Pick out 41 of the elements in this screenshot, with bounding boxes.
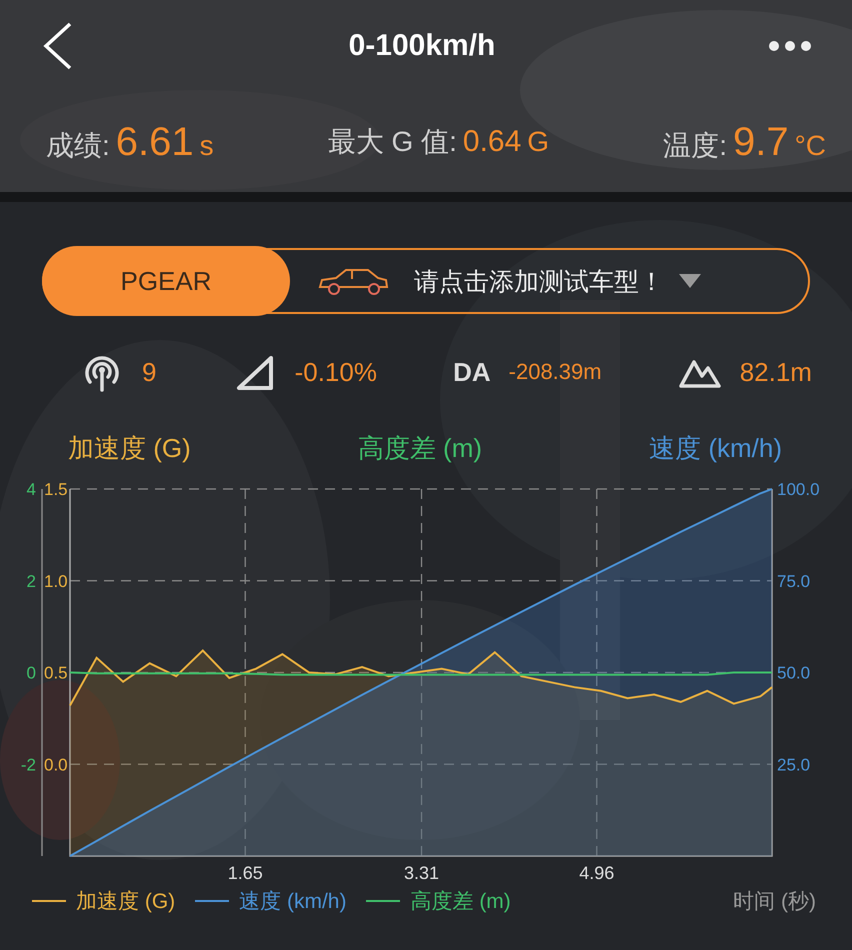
axis-tick-label: 4.96 [579,863,614,881]
reading-value: -0.10% [294,356,377,388]
axis-tick-label: -2 [20,755,36,774]
stat-value: 9.7 [732,120,789,164]
axis-tick-label: 100.0 [777,480,820,499]
stat-label: 最大 G 值: [328,125,457,159]
reading-label: DA [453,356,491,388]
legend-label: 加速度 (G) [76,889,176,915]
stat-unit: s [200,130,214,162]
mode-button[interactable]: PGEAR [42,246,290,316]
axis-tick-label: 75.0 [777,572,810,591]
axis-tick-label: 1.65 [228,863,263,881]
dropdown-icon[interactable] [678,273,702,289]
more-icon[interactable] [768,40,812,52]
axis-tick-label: 50.0 [777,664,810,682]
axis-tick-label: 0 [26,664,36,682]
axis-tick-label: 2 [26,572,36,591]
stat-value: 6.61 [116,120,194,164]
axis-tick-label: 1.5 [44,480,68,499]
axis-label: 时间 (秒) [733,889,816,915]
axis-tick-label: 3.31 [404,863,440,881]
axis-tick-label: 0.0 [44,755,68,774]
axis-tick-label: 4 [26,480,36,499]
stat-label: 成绩: [46,128,110,162]
axis-title: 加速度 (G) [68,432,191,464]
axis-title: 速度 (km/h) [649,432,782,464]
stat-value: 0.64 [462,125,522,159]
axis-tick-label: 25.0 [777,755,810,774]
stat-unit: G [527,126,550,158]
axis-tick-label: 0.5 [44,664,68,682]
axis-tick-label: 1.0 [44,572,68,591]
reading-value: 9 [142,356,156,388]
vehicle-prompt[interactable]: 请点击添加测试车型！ [414,264,664,298]
legend-label: 速度 (km/h) [239,889,346,915]
stat-label: 温度: [663,128,727,162]
axis-title: 高度差 (m) [358,432,482,464]
reading-value: -208.39m [508,359,602,385]
stat-unit: °C [794,130,826,162]
page-title: 0-100km/h [348,29,496,63]
reading-value: 82.1m [740,356,812,388]
legend-label: 高度差 (m) [410,889,511,915]
